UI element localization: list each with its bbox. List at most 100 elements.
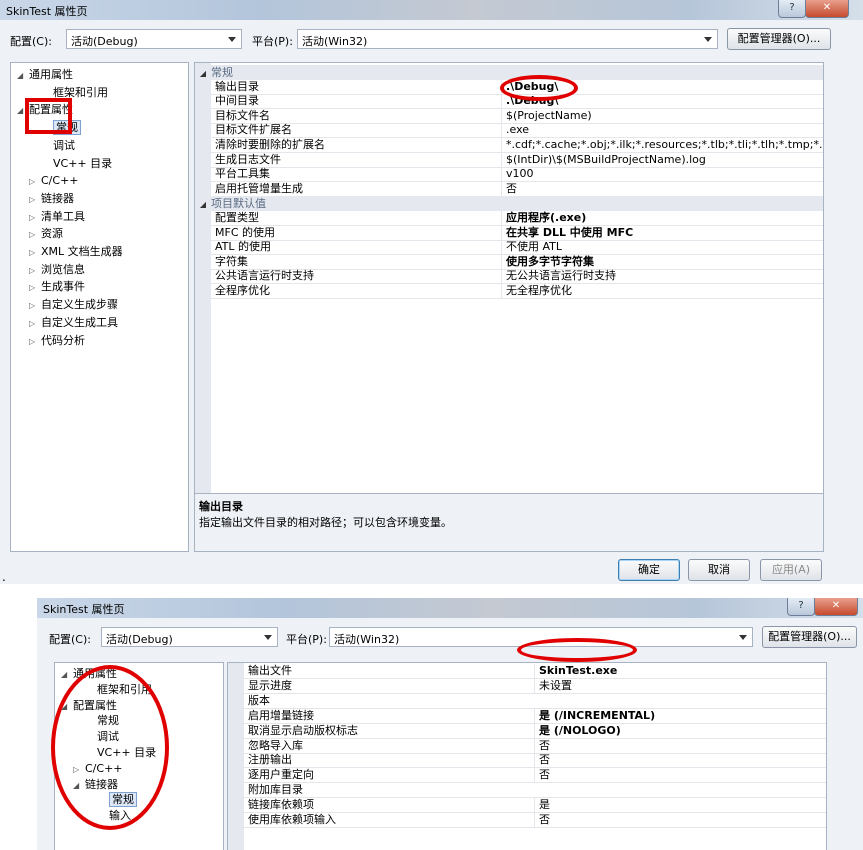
grid-category[interactable]: ◢ 常规 — [195, 65, 823, 80]
property-row[interactable]: 启用增量链接 是 (/INCREMENTAL) — [244, 708, 826, 724]
property-row[interactable]: 链接库依赖项 是 — [244, 798, 826, 814]
config-manager-button[interactable]: 配置管理器(O)... — [762, 626, 857, 648]
tree-node-label: 自定义生成工具 — [41, 315, 118, 329]
property-row[interactable]: 启用托管增量生成 否 — [211, 181, 823, 197]
property-row[interactable]: 逐用户重定向 否 — [244, 768, 826, 784]
property-name: 链接库依赖项 — [248, 798, 314, 812]
property-value[interactable]: 否 — [534, 768, 826, 783]
expander-icon[interactable]: ▷ — [29, 298, 41, 314]
expander-icon[interactable]: ◢ — [17, 68, 29, 84]
tree-node[interactable]: ▷ 代码分析 — [29, 333, 85, 349]
expander-icon[interactable]: ▷ — [29, 263, 41, 279]
tree-node[interactable]: ◢ 通用属性 — [17, 67, 73, 83]
close-button[interactable]: ✕ — [805, 0, 849, 18]
property-value[interactable]: 无全程序优化 — [501, 284, 823, 298]
property-tree[interactable]: ◢ 通用属性 框架和引用 ◢ 配置属性 常规 调试 VC++ 目录 ▷ C/C++ ▷ 链接器 ▷ 清单工… — [10, 62, 189, 552]
property-value[interactable]: 在共享 DLL 中使用 MFC — [501, 225, 823, 240]
property-grid[interactable]: 输出目录 指定输出文件目录的相对路径；可以包含环境变量。 ◢ 常规 输出目录 .\De… — [194, 62, 824, 552]
ok-button[interactable]: 确定 — [618, 559, 680, 581]
property-name: 附加库目录 — [248, 783, 303, 797]
config-manager-button[interactable]: 配置管理器(O)... — [727, 28, 831, 50]
property-row[interactable]: 注册输出 否 — [244, 753, 826, 769]
property-value[interactable]: 否 — [501, 181, 823, 196]
property-value[interactable]: 应用程序(.exe) — [501, 211, 823, 225]
config-toolbar: 配置(C): 活动(Debug) 平台(P): 活动(Win32) 配置管理器(… — [0, 20, 863, 64]
collapse-icon[interactable]: ◢ — [195, 66, 211, 81]
property-row[interactable]: 配置类型 应用程序(.exe) — [211, 211, 823, 226]
highlight-box — [25, 98, 72, 134]
expander-icon[interactable]: ▷ — [29, 192, 41, 208]
tree-node[interactable]: ▷ 自定义生成工具 — [29, 315, 118, 331]
property-row[interactable]: 附加库目录 — [244, 783, 826, 799]
property-value[interactable]: 是 — [534, 798, 826, 813]
expander-icon[interactable]: ▷ — [29, 174, 41, 190]
property-row[interactable]: ATL 的使用 不使用 ATL — [211, 240, 823, 256]
property-name: 目标文件名 — [215, 108, 270, 122]
expander-icon[interactable]: ▷ — [29, 316, 41, 332]
property-value[interactable]: 是 (/INCREMENTAL) — [534, 708, 826, 723]
property-value[interactable]: SkinTest.exe — [534, 664, 826, 678]
property-value[interactable]: 未设置 — [534, 678, 826, 693]
cancel-button[interactable]: 取消 — [688, 559, 750, 581]
property-value[interactable]: 否 — [534, 738, 826, 753]
property-value[interactable]: 使用多字节字符集 — [501, 254, 823, 269]
expander-icon[interactable]: ▷ — [29, 245, 41, 261]
tree-node[interactable]: ▷ 链接器 — [29, 191, 74, 207]
property-row[interactable]: 输出文件 SkinTest.exe — [244, 664, 826, 679]
property-row[interactable]: MFC 的使用 在共享 DLL 中使用 MFC — [211, 225, 823, 241]
property-row[interactable]: 忽略导入库 否 — [244, 738, 826, 754]
highlight-circle — [517, 638, 637, 662]
property-row[interactable]: 取消显示启动版权标志 是 (/NOLOGO) — [244, 723, 826, 739]
config-combo[interactable]: 活动(Debug) — [101, 627, 278, 647]
property-value[interactable]: $(IntDir)\$(MSBuildProjectName).log — [501, 152, 823, 167]
property-row[interactable]: 目标文件名 $(ProjectName) — [211, 108, 823, 124]
tree-node[interactable]: ▷ 清单工具 — [29, 209, 85, 225]
expander-icon[interactable]: ▷ — [29, 227, 41, 243]
property-row[interactable]: 显示进度 未设置 — [244, 678, 826, 694]
property-value[interactable]: 否 — [534, 813, 826, 827]
collapse-icon[interactable]: ◢ — [195, 197, 211, 212]
apply-button[interactable]: 应用(A) — [760, 559, 822, 581]
property-row[interactable]: 公共语言运行时支持 无公共语言运行时支持 — [211, 269, 823, 285]
expander-icon[interactable]: ▷ — [29, 210, 41, 226]
property-value[interactable]: 否 — [534, 753, 826, 768]
config-combo[interactable]: 活动(Debug) — [66, 29, 242, 49]
tree-node[interactable]: 调试 — [41, 138, 75, 154]
platform-combo[interactable]: 活动(Win32) — [297, 29, 718, 49]
property-row[interactable]: 字符集 使用多字节字符集 — [211, 254, 823, 270]
property-value[interactable]: $(ProjectName) — [501, 108, 823, 123]
property-row[interactable]: 生成日志文件 $(IntDir)\$(MSBuildProjectName).lo… — [211, 152, 823, 168]
expander-icon[interactable]: ▷ — [29, 280, 41, 296]
tree-node[interactable]: VC++ 目录 — [41, 156, 112, 172]
property-row[interactable]: 版本 — [244, 694, 826, 709]
tree-node[interactable]: ▷ 浏览信息 — [29, 262, 85, 278]
property-row[interactable]: 清除时要删除的扩展名 *.cdf;*.cache;*.obj;*.ilk;*.re… — [211, 138, 823, 153]
property-row[interactable]: 使用库依赖项输入 否 — [244, 813, 826, 828]
title-bar[interactable]: SkinTest 属性页 ? ✕ — [37, 598, 863, 618]
property-value[interactable]: 无公共语言运行时支持 — [501, 269, 823, 284]
help-button[interactable]: ? — [787, 598, 815, 616]
close-button[interactable]: ✕ — [814, 598, 858, 616]
title-bar[interactable]: SkinTest 属性页 ? ✕ — [0, 0, 863, 20]
property-row[interactable]: 全程序优化 无全程序优化 — [211, 284, 823, 299]
property-value[interactable]: 是 (/NOLOGO) — [534, 723, 826, 738]
tree-node[interactable]: ▷ 生成事件 — [29, 279, 85, 295]
property-value[interactable]: 不使用 ATL — [501, 240, 823, 255]
property-name: 注册输出 — [248, 753, 292, 767]
property-value[interactable]: .exe — [501, 123, 823, 138]
property-grid[interactable]: 输出文件 SkinTest.exe 显示进度 未设置 版本 启用增量链接 是 (/INCRE… — [227, 662, 827, 850]
expander-icon[interactable]: ◢ — [61, 667, 73, 683]
tree-node[interactable]: ▷ C/C++ — [29, 173, 79, 189]
property-row[interactable]: 目标文件扩展名 .exe — [211, 123, 823, 139]
tree-node[interactable]: ▷ 资源 — [29, 226, 63, 242]
grid-category[interactable]: ◢ 项目默认值 — [195, 196, 823, 212]
tree-node[interactable]: ▷ 自定义生成步骤 — [29, 297, 118, 313]
property-value[interactable]: *.cdf;*.cache;*.obj;*.ilk;*.resources;*.… — [501, 138, 823, 152]
help-button[interactable]: ? — [778, 0, 806, 18]
description-pane: 输出目录 指定输出文件目录的相对路径；可以包含环境变量。 — [195, 493, 823, 551]
expander-icon[interactable]: ▷ — [29, 334, 41, 350]
property-row[interactable]: 平台工具集 v100 — [211, 167, 823, 183]
tree-node[interactable]: ▷ XML 文档生成器 — [29, 244, 123, 260]
property-value[interactable]: v100 — [501, 167, 823, 182]
config-value: 活动(Debug) — [106, 633, 173, 646]
